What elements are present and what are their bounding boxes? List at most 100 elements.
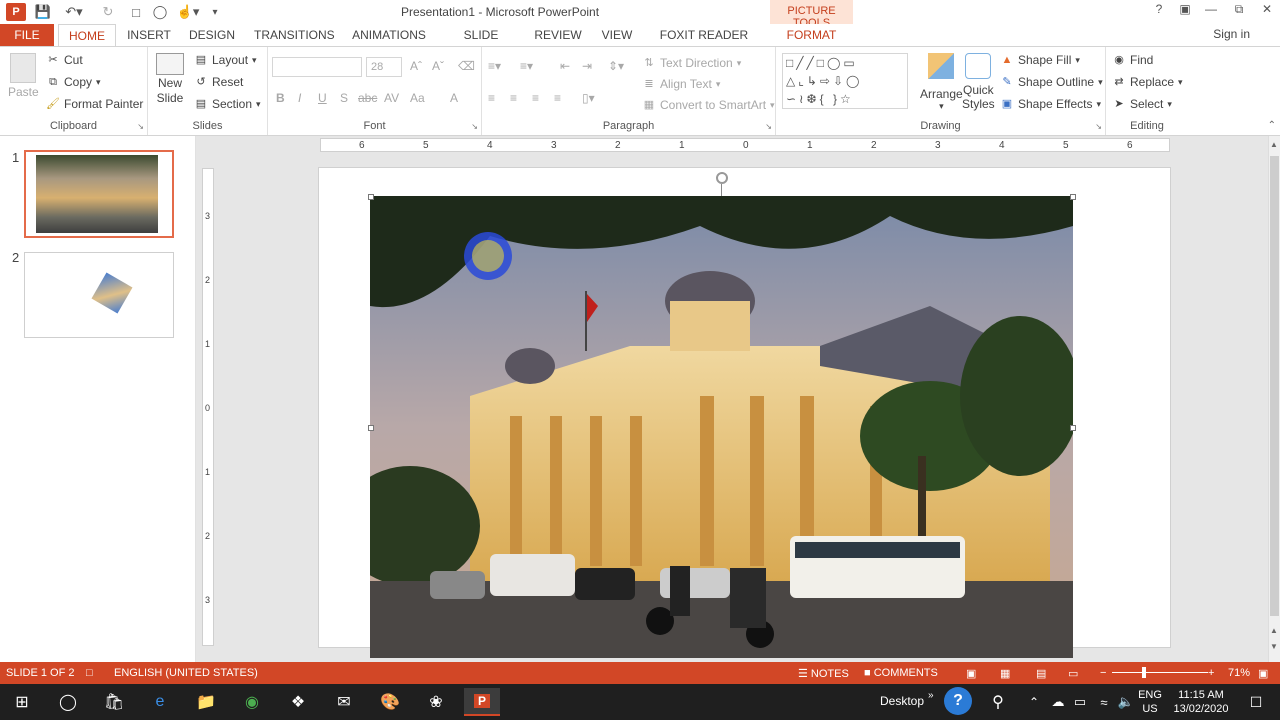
minimize-button[interactable]: —: [1200, 2, 1222, 20]
select-button[interactable]: ➤ Select ▾: [1112, 97, 1172, 111]
numbering-icon[interactable]: ≡▾: [520, 59, 533, 73]
reading-view-icon[interactable]: ▤: [1036, 667, 1046, 680]
font-size-box[interactable]: 28: [366, 57, 402, 77]
justify-icon[interactable]: ≡: [554, 91, 561, 105]
align-right-icon[interactable]: ≡: [532, 91, 539, 105]
tab-view[interactable]: VIEW: [600, 24, 634, 46]
clock[interactable]: 11:15 AM 13/02/2020: [1170, 688, 1232, 716]
strikethrough-button[interactable]: abc: [358, 91, 377, 105]
help-button[interactable]: ?: [1148, 2, 1170, 20]
comments-button[interactable]: ■ COMMENTS: [864, 667, 938, 679]
toolbar-expand-icon[interactable]: »: [928, 690, 934, 701]
clear-formatting-icon[interactable]: ⌫: [458, 59, 475, 73]
zoom-slider-thumb[interactable]: [1142, 667, 1146, 678]
slide-show-icon[interactable]: ▭: [1068, 667, 1078, 680]
previous-slide-icon[interactable]: ▲: [1270, 626, 1278, 635]
chrome-icon[interactable]: ◉: [234, 688, 270, 716]
notes-button[interactable]: ☰ NOTES: [798, 667, 849, 680]
spell-check-icon[interactable]: □: [86, 667, 93, 679]
action-center-icon[interactable]: ☐: [1238, 688, 1274, 716]
paint-app-icon[interactable]: 🎨: [372, 688, 408, 716]
italic-button[interactable]: I: [298, 91, 301, 105]
store-icon[interactable]: 🛍: [96, 688, 132, 716]
arrange-button[interactable]: Arrange ▾: [920, 53, 963, 112]
windows-start-icon[interactable]: ⊞: [4, 688, 40, 716]
text-direction-button[interactable]: ⇅ Text Direction ▾: [642, 56, 741, 70]
tab-transitions[interactable]: TRANSITIONS: [254, 24, 335, 46]
sign-in-link[interactable]: Sign in: [1213, 27, 1250, 41]
align-text-button[interactable]: ≣ Align Text ▾: [642, 77, 720, 91]
shrink-font-icon[interactable]: Aˇ: [432, 59, 444, 73]
font-launcher-icon[interactable]: ↘: [471, 122, 478, 131]
clipboard-launcher-icon[interactable]: ↘: [137, 122, 144, 131]
quick-styles-button[interactable]: Quick Styles: [962, 53, 995, 111]
tab-picture-format[interactable]: FORMAT: [770, 24, 853, 46]
ribbon-display-options-icon[interactable]: ▣: [1174, 2, 1196, 20]
section-button[interactable]: ▤ Section ▾: [194, 97, 261, 111]
collapse-ribbon-icon[interactable]: ⌃: [1268, 120, 1276, 131]
restore-button[interactable]: ⧉: [1228, 2, 1250, 20]
font-color-button[interactable]: A: [450, 91, 458, 105]
vertical-scrollbar[interactable]: ▲ ▲ ▼: [1268, 136, 1280, 662]
decrease-indent-icon[interactable]: ⇤: [560, 59, 570, 73]
desktop-toolbar-label[interactable]: Desktop: [880, 694, 924, 708]
shape-fill-button[interactable]: ▲ Shape Fill ▾: [1000, 53, 1080, 67]
format-painter-button[interactable]: 🖌 Format Painter: [46, 97, 143, 111]
cortana-search-icon[interactable]: ◯: [50, 688, 86, 716]
character-spacing-button[interactable]: AV: [384, 91, 399, 105]
slide-sorter-icon[interactable]: ▦: [1000, 667, 1010, 680]
change-case-button[interactable]: Aa: [410, 91, 425, 105]
tab-file[interactable]: FILE: [0, 24, 54, 46]
shape-outline-button[interactable]: ✎ Shape Outline ▾: [1000, 75, 1102, 89]
file-explorer-icon[interactable]: 📁: [188, 688, 224, 716]
paste-button[interactable]: Paste: [8, 53, 39, 99]
tab-design[interactable]: DESIGN: [186, 24, 238, 46]
selected-picture[interactable]: [370, 196, 1073, 658]
tab-insert[interactable]: INSERT: [124, 24, 174, 46]
network-app-icon[interactable]: ❀: [418, 688, 454, 716]
shadow-button[interactable]: S: [340, 91, 348, 105]
zoom-level[interactable]: 71%: [1228, 667, 1250, 679]
slide-thumbnail-2[interactable]: [24, 252, 174, 338]
resize-handle[interactable]: [1070, 425, 1076, 431]
underline-button[interactable]: U: [318, 91, 327, 105]
resize-handle[interactable]: [368, 425, 374, 431]
cut-button[interactable]: ✂ Cut: [46, 53, 82, 67]
dropbox-icon[interactable]: ❖: [280, 688, 316, 716]
drawing-launcher-icon[interactable]: ↘: [1095, 122, 1102, 131]
tab-review[interactable]: REVIEW: [534, 24, 582, 46]
convert-smartart-button[interactable]: ▦ Convert to SmartArt ▾: [642, 98, 775, 112]
tab-animations[interactable]: ANIMATIONS: [350, 24, 428, 46]
shapes-gallery[interactable]: □╱╱□◯▭ △⌞↳⇨⇩◯ ∽≀❆{ }☆: [782, 53, 908, 109]
resize-handle[interactable]: [1070, 194, 1076, 200]
bullets-icon[interactable]: ≡▾: [488, 59, 501, 73]
new-slide-button[interactable]: New Slide: [156, 53, 184, 105]
edge-browser-icon[interactable]: e: [142, 688, 178, 716]
close-button[interactable]: ✕: [1256, 2, 1278, 20]
paragraph-launcher-icon[interactable]: ↘: [765, 122, 772, 131]
scroll-thumb[interactable]: [1270, 156, 1279, 616]
find-button[interactable]: ◉ Find: [1112, 53, 1153, 67]
font-name-box[interactable]: [272, 57, 362, 77]
line-spacing-icon[interactable]: ⇕▾: [608, 59, 624, 73]
bold-button[interactable]: B: [276, 91, 285, 105]
copy-button[interactable]: ⧉ Copy ▾: [46, 75, 100, 89]
input-language[interactable]: ENG US: [1138, 688, 1162, 716]
increase-indent-icon[interactable]: ⇥: [582, 59, 592, 73]
rotate-handle-icon[interactable]: [716, 172, 728, 184]
normal-view-icon[interactable]: ▣: [966, 667, 976, 680]
columns-icon[interactable]: ▯▾: [582, 91, 595, 105]
resize-handle[interactable]: [368, 194, 374, 200]
language-indicator[interactable]: ENGLISH (UNITED STATES): [114, 667, 258, 679]
grow-font-icon[interactable]: Aˆ: [410, 59, 422, 73]
fit-to-window-icon[interactable]: ▣: [1258, 667, 1268, 680]
align-center-icon[interactable]: ≡: [510, 91, 517, 105]
zoom-slider[interactable]: [1112, 672, 1208, 673]
people-icon[interactable]: ⚲: [980, 688, 1016, 716]
replace-button[interactable]: ⇄ Replace ▾: [1112, 75, 1182, 89]
zoom-in-icon[interactable]: +: [1208, 667, 1214, 679]
tab-home[interactable]: HOME: [58, 24, 116, 46]
layout-button[interactable]: ▤ Layout ▾: [194, 53, 257, 67]
align-left-icon[interactable]: ≡: [488, 91, 495, 105]
tab-foxit-reader-pdf[interactable]: FOXIT READER PDF: [652, 24, 756, 64]
